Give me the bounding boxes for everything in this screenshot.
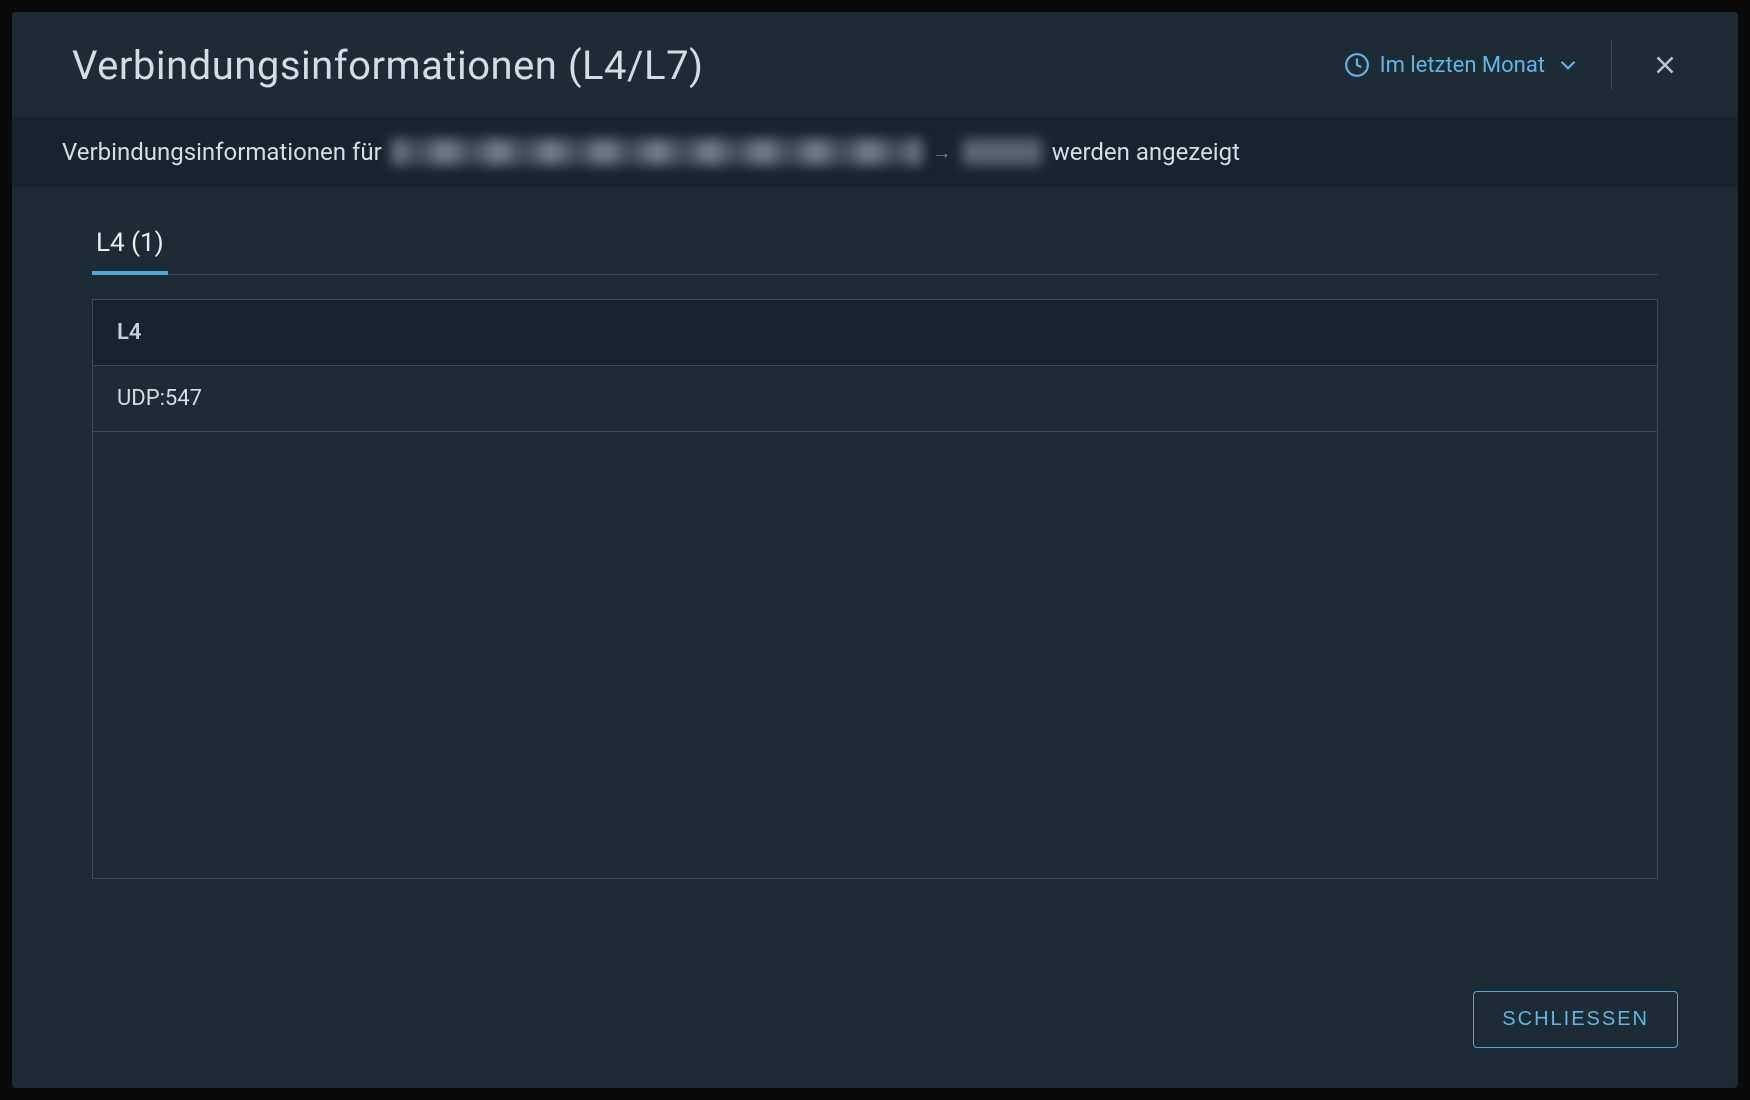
close-icon-button[interactable] xyxy=(1642,42,1688,88)
modal-header: Verbindungsinformationen (L4/L7) Im letz… xyxy=(12,12,1738,118)
info-bar-prefix: Verbindungsinformationen für xyxy=(62,138,382,166)
redacted-target xyxy=(962,139,1042,165)
time-filter-label: Im letzten Monat xyxy=(1380,53,1545,78)
header-divider xyxy=(1611,40,1612,90)
modal-content: L4 (1) L4 UDP:547 xyxy=(12,186,1738,961)
info-bar-suffix: werden angezeigt xyxy=(1052,138,1240,166)
header-actions: Im letzten Monat xyxy=(1344,40,1688,90)
arrow-icon: → xyxy=(932,140,952,165)
modal-title: Verbindungsinformationen (L4/L7) xyxy=(72,42,704,89)
tab-l4[interactable]: L4 (1) xyxy=(92,216,168,274)
chevron-down-icon xyxy=(1555,52,1581,78)
clock-icon xyxy=(1344,52,1370,78)
table-header-l4: L4 xyxy=(93,300,1657,366)
connection-info-modal: Verbindungsinformationen (L4/L7) Im letz… xyxy=(12,12,1738,1088)
l4-table: L4 UDP:547 xyxy=(92,299,1658,879)
modal-footer: SCHLIESSEN xyxy=(12,961,1738,1088)
tabs-container: L4 (1) xyxy=(92,216,1658,275)
table-row: UDP:547 xyxy=(93,366,1657,432)
table-empty-space xyxy=(93,432,1657,878)
close-button[interactable]: SCHLIESSEN xyxy=(1473,991,1678,1048)
redacted-source xyxy=(392,139,922,165)
info-bar: Verbindungsinformationen für → werden an… xyxy=(12,118,1738,186)
close-icon xyxy=(1650,50,1680,80)
time-filter-dropdown[interactable]: Im letzten Monat xyxy=(1344,52,1581,78)
